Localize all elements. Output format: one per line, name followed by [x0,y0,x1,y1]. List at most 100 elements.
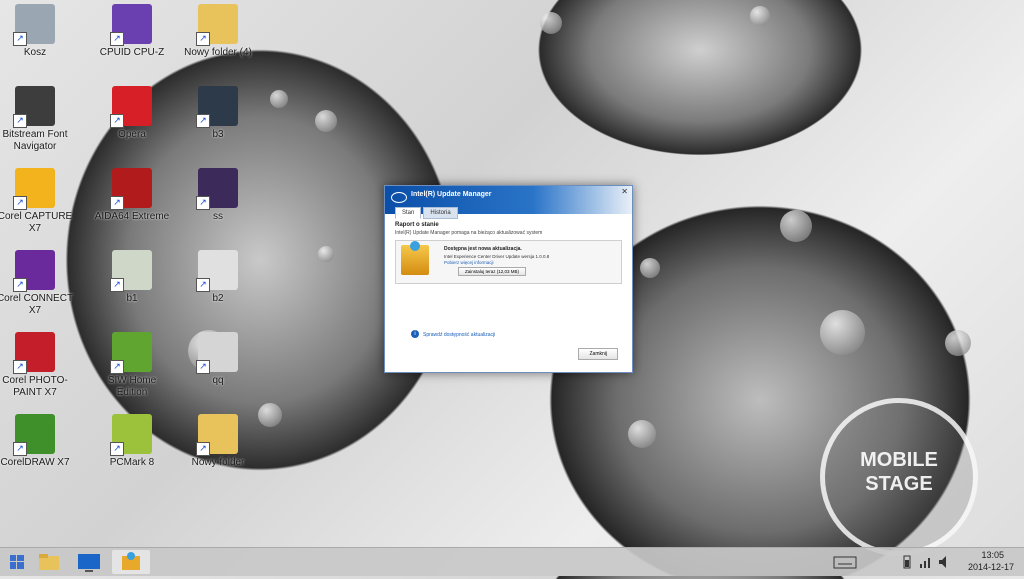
network-icon[interactable] [918,550,934,574]
opera-icon: ↗ [110,86,152,128]
shortcut-arrow-icon: ↗ [13,32,27,46]
status-heading: Raport o stanie [395,222,439,228]
taskbar: 13:05 2014-12-17 [0,547,1024,576]
download-install-button[interactable]: Zainstaluj teraz (12,03 MB) [458,267,527,276]
water-droplet [318,246,334,262]
desktop-icon-b3[interactable]: ↗ b3 [178,86,258,141]
desktop-icon-nowy-folder-4-[interactable]: ↗ Nowy folder (4) [178,4,258,59]
update-manager-dialog: Intel(R) Update Manager ✕ Stan Historia … [384,185,633,373]
water-droplet [640,258,660,278]
desktop-icon-b1[interactable]: ↗ b1 [92,250,172,305]
desktop-icon-label: b2 [212,293,224,304]
desktop-icon-pcmark-8[interactable]: ↗ PCMark 8 [92,414,172,469]
watermark-line2: STAGE [865,473,933,495]
update-info-link[interactable]: Pobierz więcej informacji [444,260,494,265]
desktop-icon-opera[interactable]: ↗ Opera [92,86,172,141]
corel-photo-paint-icon: ↗ [13,332,55,374]
update-manager-icon[interactable] [112,550,150,574]
desktop-icon-label: CorelDRAW X7 [0,457,70,468]
shortcut-arrow-icon: ↗ [110,278,124,292]
shortcut-arrow-icon: ↗ [110,114,124,128]
water-droplet [780,210,812,242]
cpu-z-icon: ↗ [110,4,152,46]
water-droplet [315,110,337,132]
check-updates-link[interactable]: Sprawdź dostępność aktualizacji [423,332,495,338]
tab-stan[interactable]: Stan [395,207,422,219]
desktop-icon-qq[interactable]: ↗ qq [178,332,258,387]
close-icon[interactable]: ✕ [621,187,628,196]
desktop-icon-label: Corel PHOTO-PAINT X7 [2,375,68,398]
watermark-line1: MOBILE [860,449,938,471]
water-droplet [258,403,282,427]
desktop-icon-kosz[interactable]: ↗ Kosz [0,4,75,59]
water-droplet [628,420,656,448]
water-droplet [270,90,288,108]
desktop-icon-label: Opera [118,129,146,140]
shortcut-arrow-icon: ↗ [196,114,210,128]
image-file-icon: ↗ [110,250,152,292]
desktop-icon-label: CPUID CPU-Z [99,47,165,58]
clock-time[interactable]: 13:05 [981,550,1004,560]
image-file-icon: ↗ [196,86,238,128]
corel-capture-icon: ↗ [13,168,55,210]
file-explorer-icon[interactable] [34,550,64,574]
shortcut-arrow-icon: ↗ [13,442,27,456]
pcmark-icon: ↗ [110,414,152,456]
desktop-icon-nowy-folder[interactable]: ↗ Nowy folder [178,414,258,469]
aida64-icon: ↗ [110,168,152,210]
desktop-icon-corel-capture-x7[interactable]: ↗ Corel CAPTURE X7 [0,168,75,235]
keyboard-icon[interactable] [830,550,860,574]
info-icon: i [411,330,419,338]
shortcut-arrow-icon: ↗ [110,32,124,46]
folder-icon: ↗ [196,4,238,46]
water-droplet [540,12,562,34]
package-icon [401,241,429,275]
shortcut-arrow-icon: ↗ [196,360,210,374]
desktop-icon-aida64-extreme[interactable]: ↗ AIDA64 Extreme [92,168,172,223]
desktop-icon-b2[interactable]: ↗ b2 [178,250,258,305]
shortcut-arrow-icon: ↗ [196,32,210,46]
desktop-icon-bitstream-font-navigator[interactable]: ↗ Bitstream Font Navigator [0,86,75,153]
desktop-icon-corel-photo-paint-x7[interactable]: ↗ Corel PHOTO-PAINT X7 [0,332,75,399]
mobile-stage-watermark: MOBILE STAGE [820,398,978,556]
close-button[interactable]: Zamknij [578,348,618,360]
shortcut-arrow-icon: ↗ [196,442,210,456]
image-file-icon: ↗ [196,168,238,210]
desktop-icon-label: b3 [212,129,224,140]
image-file-icon: ↗ [196,250,238,292]
desktop-icon-siw-home-edition[interactable]: ↗ SIW Home Edition [92,332,172,399]
desktop-icon-label: b1 [126,293,138,304]
battery-icon[interactable] [900,550,914,574]
image-file-icon: ↗ [196,332,238,374]
desktop-icon-label: qq [212,375,224,386]
font-navigator-icon: ↗ [13,86,55,128]
desktop-icon-cpuid-cpu-z[interactable]: ↗ CPUID CPU-Z [92,4,172,59]
shortcut-arrow-icon: ↗ [13,114,27,128]
desktop-icon-label: Nowy folder (4) [184,47,252,58]
shortcut-arrow-icon: ↗ [13,278,27,292]
desktop-icon-label: Corel CONNECT X7 [0,293,74,316]
status-subtitle: Intel(R) Update Manager pomaga na bieżąc… [395,230,543,236]
folder-icon: ↗ [196,414,238,456]
volume-icon[interactable] [936,550,952,574]
dialog-title: Intel(R) Update Manager [411,191,492,198]
start-button[interactable] [2,550,32,574]
water-droplet [820,310,865,355]
desktop-icon-ss[interactable]: ↗ ss [178,168,258,223]
desktop-icon-corel-connect-x7[interactable]: ↗ Corel CONNECT X7 [0,250,75,317]
desktop-icon-label: Corel CAPTURE X7 [0,211,73,234]
update-description: Intel Experience Center Driver Update we… [444,254,550,259]
coreldraw-icon: ↗ [13,414,55,456]
desktop-icon-label: PCMark 8 [109,457,155,468]
shortcut-arrow-icon: ↗ [196,278,210,292]
desktop-icon-label: AIDA64 Extreme [94,211,170,222]
lenovo-app-icon[interactable] [74,550,104,574]
dialog-tabs: Stan Historia [395,207,458,219]
recycle-bin-icon: ↗ [13,4,55,46]
clock-date[interactable]: 2014-12-17 [968,562,1014,572]
update-panel: Dostępna jest nowa aktualizacja. Intel E… [395,240,622,284]
dialog-content: Raport o stanie Intel(R) Update Manager … [395,222,622,284]
desktop-icon-label: Bitstream Font Navigator [2,129,68,152]
desktop-icon-coreldraw-x7[interactable]: ↗ CorelDRAW X7 [0,414,75,469]
tab-historia[interactable]: Historia [423,207,458,219]
